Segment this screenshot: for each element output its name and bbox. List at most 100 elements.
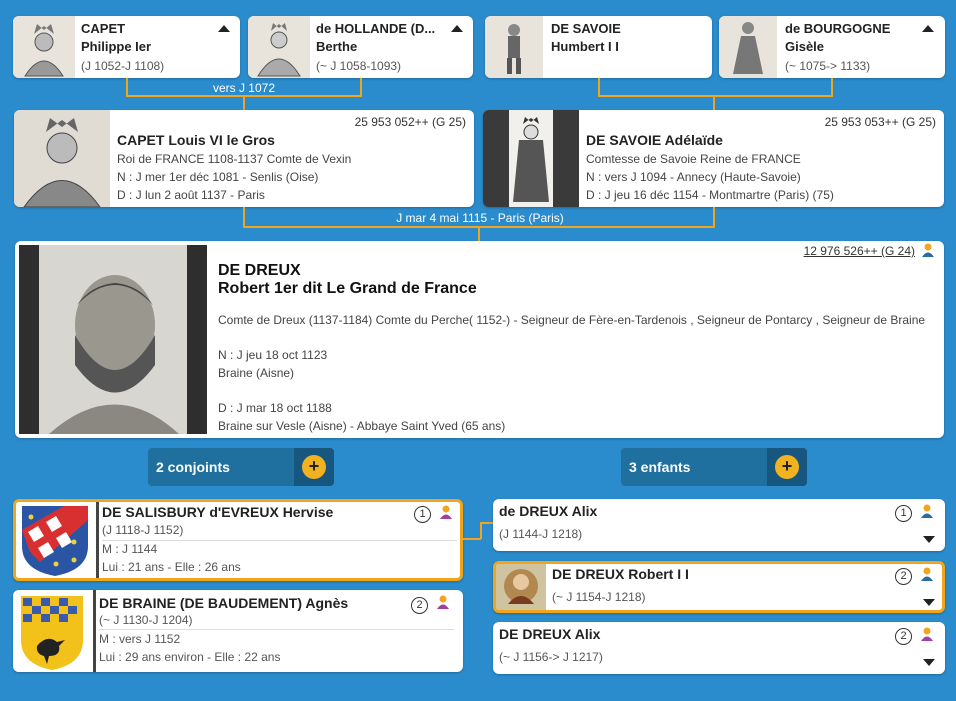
add-spouse-button[interactable]: + <box>294 448 334 486</box>
spouses-button-label: 2 conjoints <box>156 459 230 475</box>
connector-line <box>713 96 715 110</box>
king-engraving-portrait <box>13 16 75 78</box>
plus-icon: + <box>775 455 799 479</box>
card-divider <box>96 502 99 578</box>
spouse-dates: (~ J 1130-J 1204) <box>99 613 193 627</box>
person-female-icon[interactable] <box>439 505 453 519</box>
connector-line <box>713 207 715 227</box>
main-sosa-number[interactable]: 12 976 526++ (G 24) <box>715 244 915 258</box>
connector-line <box>598 78 600 96</box>
person-female-icon[interactable] <box>436 595 450 609</box>
grandparent-card-bourgogne[interactable]: de BOURGOGNE Gisèle (~ 1075-> 1133) <box>719 16 945 78</box>
spouse-ages: Lui : 29 ans environ - Elle : 22 ans <box>99 650 281 664</box>
spouse-card-2[interactable]: DE BRAINE (DE BAUDEMENT) Agnès 2 (~ J 11… <box>13 590 463 672</box>
connector-line <box>360 78 362 96</box>
children-button-label: 3 enfants <box>629 459 691 475</box>
expand-down-icon[interactable] <box>923 536 935 543</box>
main-birth-place: Braine (Aisne) <box>218 366 295 380</box>
connector-line <box>126 78 128 96</box>
grandparent-card-capet[interactable]: CAPET Philippe Ier (J 1052-J 1108) <box>13 16 240 78</box>
coat-of-arms-icon <box>13 590 91 672</box>
father-death: D : J lun 2 août 1137 - Paris <box>117 188 265 202</box>
spouse-marriage: M : vers J 1152 <box>99 632 181 646</box>
spouse-card-1[interactable]: DE SALISBURY d'EVREUX Hervise 1 (J 1118-… <box>13 499 463 581</box>
grandparent-dates: (~ J 1058-1093) <box>316 59 402 73</box>
child-name: de DREUX Alix <box>499 503 598 519</box>
mother-name: DE SAVOIE Adélaïde <box>586 132 723 148</box>
connector-line <box>243 96 245 110</box>
connector-line <box>480 522 493 524</box>
mother-death: D : J jeu 16 déc 1154 - Montmartre (Pari… <box>586 188 834 202</box>
spouse-number-badge: 1 <box>414 506 431 523</box>
person-male-icon[interactable] <box>920 567 934 581</box>
add-child-button[interactable]: + <box>767 448 807 486</box>
spouse-dates: (J 1118-J 1152) <box>102 523 184 537</box>
separator <box>99 629 454 630</box>
separator <box>102 540 457 541</box>
child-card-1[interactable]: de DREUX Alix 1 (J 1144-J 1218) <box>493 499 945 551</box>
connector-line <box>478 227 480 241</box>
mother-birth: N : vers J 1094 - Annecy (Haute-Savoie) <box>586 170 801 184</box>
main-person-card: 12 976 526++ (G 24) DE DREUX Robert 1er … <box>15 241 944 438</box>
queen-figure-portrait <box>483 110 579 207</box>
knight-figure-portrait <box>485 16 543 78</box>
connector-line <box>480 522 482 539</box>
man-bearded-portrait <box>496 564 546 610</box>
father-name: CAPET Louis VI le Gros <box>117 132 275 148</box>
grandparent-surname: de HOLLANDE (D... <box>316 21 436 36</box>
child-number-badge: 1 <box>895 505 912 522</box>
main-death-date: D : J mar 18 oct 1188 <box>218 401 332 415</box>
person-male-icon[interactable] <box>921 243 935 257</box>
child-name: DE DREUX Alix <box>499 626 601 642</box>
grandparent-given: Gisèle <box>785 39 825 54</box>
expand-down-icon[interactable] <box>923 659 935 666</box>
main-birth-date: N : J jeu 18 oct 1123 <box>218 348 328 362</box>
grandparent-card-hollande[interactable]: de HOLLANDE (D... Berthe (~ J 1058-1093) <box>248 16 473 78</box>
grandparent-given: Humbert I I <box>551 39 619 54</box>
expand-up-icon[interactable] <box>218 25 230 32</box>
father-sosa-number: 25 953 052++ (G 25) <box>354 115 466 129</box>
child-dates: (~ J 1154-J 1218) <box>552 590 646 604</box>
connector-line <box>243 207 245 227</box>
child-dates: (~ J 1156-> J 1217) <box>499 650 603 664</box>
spouse-ages: Lui : 21 ans - Elle : 26 ans <box>102 560 241 574</box>
card-divider <box>93 590 96 672</box>
main-titles: Comte de Dreux (1137-1184) Comte du Perc… <box>218 313 926 327</box>
child-card-2[interactable]: DE DREUX Robert I I 2 (~ J 1154-J 1218) <box>493 561 945 613</box>
mother-card[interactable]: 25 953 053++ (G 25) DE SAVOIE Adélaïde C… <box>483 110 944 207</box>
grandparent-card-savoie[interactable]: DE SAVOIE Humbert I I <box>485 16 712 78</box>
grandparent-given: Philippe Ier <box>81 39 152 54</box>
child-name: DE DREUX Robert I I <box>552 566 689 582</box>
connector-line <box>831 78 833 96</box>
mother-titles: Comtesse de Savoie Reine de FRANCE <box>586 152 801 166</box>
connector-line <box>463 538 481 540</box>
grandparent-surname: de BOURGOGNE <box>785 21 891 36</box>
person-male-icon[interactable] <box>920 504 934 518</box>
person-female-icon[interactable] <box>920 627 934 641</box>
expand-up-icon[interactable] <box>451 25 463 32</box>
spouse-name: DE SALISBURY d'EVREUX Hervise <box>102 504 334 520</box>
child-number-badge: 2 <box>895 628 912 645</box>
queen-engraving-portrait <box>248 16 310 78</box>
main-given-name: Robert 1er dit Le Grand de France <box>218 280 477 297</box>
grandparent-dates: (~ 1075-> 1133) <box>785 59 871 73</box>
father-card[interactable]: 25 953 052++ (G 25) CAPET Louis VI le Gr… <box>14 110 474 207</box>
spouse-name: DE BRAINE (DE BAUDEMENT) Agnès <box>99 595 349 611</box>
children-button[interactable]: 3 enfants + <box>621 448 807 486</box>
child-card-3[interactable]: DE DREUX Alix 2 (~ J 1156-> J 1217) <box>493 622 945 674</box>
child-dates: (J 1144-J 1218) <box>499 527 583 541</box>
grandparent-surname: CAPET <box>81 21 126 36</box>
king-engraving-portrait <box>14 110 110 207</box>
father-titles: Roi de FRANCE 1108-1137 Comte de Vexin <box>117 152 352 166</box>
expand-down-icon[interactable] <box>923 599 935 606</box>
spouses-button[interactable]: 2 conjoints + <box>148 448 334 486</box>
father-birth: N : J mer 1er déc 1081 - Senlis (Oise) <box>117 170 319 184</box>
grandparent-dates: (J 1052-J 1108) <box>81 59 165 73</box>
expand-up-icon[interactable] <box>922 25 934 32</box>
grandparents-marriage-date: vers J 1072 <box>212 81 276 95</box>
connector-line <box>598 95 833 97</box>
plus-icon: + <box>302 455 326 479</box>
grandparent-given: Berthe <box>316 39 358 54</box>
lady-figure-portrait <box>719 16 777 78</box>
parents-marriage-date: J mar 4 mai 1115 - Paris (Paris) <box>396 211 564 225</box>
